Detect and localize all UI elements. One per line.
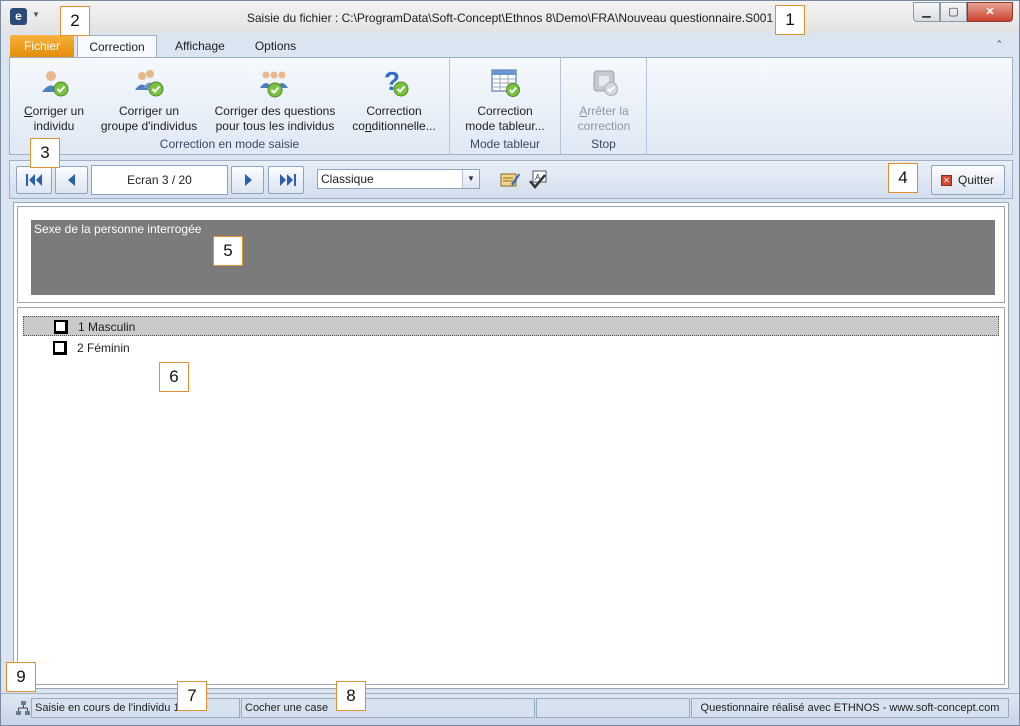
last-screen-button[interactable] <box>268 166 304 194</box>
single-person-check-icon <box>42 71 69 97</box>
corriger-individu-accel: C <box>23 104 33 118</box>
correction-conditionnelle-line2-pre: co <box>352 119 365 133</box>
tab-options[interactable]: Options <box>243 35 308 57</box>
callout-marker: 3 <box>30 138 60 168</box>
status-credit: Questionnaire réalisé avec ETHNOS - www.… <box>691 698 1009 718</box>
correction-conditionnelle-line2-rest: ditionnelle... <box>371 119 436 133</box>
arreter-correction-button[interactable]: Arrêter la correction <box>566 66 642 134</box>
collapse-ribbon-icon[interactable]: ⌃ <box>995 39 1003 50</box>
group-person-check-icon <box>135 70 164 97</box>
next-screen-button[interactable] <box>231 166 264 194</box>
corriger-questions-line2: pour tous les individus <box>215 119 335 133</box>
callout-marker: 1 <box>775 5 805 35</box>
maximize-button[interactable]: ▢ <box>940 2 967 22</box>
spreadsheet-check-icon <box>491 69 520 97</box>
question-mark-check-icon: ? <box>384 66 409 97</box>
callout-marker: 6 <box>159 362 189 392</box>
status-hint: Cocher une case <box>241 698 535 718</box>
correction-conditionnelle-accel: n <box>364 119 372 133</box>
next-arrow-icon <box>245 174 252 186</box>
tab-fichier[interactable]: Fichier <box>10 35 74 57</box>
answer-label: 1 Masculin <box>78 320 136 334</box>
answer-row-masculin[interactable]: 1 Masculin <box>23 316 999 336</box>
callout-marker: 8 <box>336 681 366 711</box>
window-title: Saisie du fichier : C:\ProgramData\Soft-… <box>246 11 774 25</box>
ribbon-tabs: Fichier Correction Affichage Options <box>10 35 308 57</box>
correction-conditionnelle-button[interactable]: ? Correction conditionnelle... <box>348 66 440 134</box>
question-text: Sexe de la personne interrogée <box>31 220 995 295</box>
stop-check-icon <box>593 70 618 96</box>
answer-label: 2 Féminin <box>77 341 130 355</box>
edit-sheet-icon[interactable] <box>499 169 521 191</box>
app-window: e ▼ Saisie du fichier : C:\ProgramData\S… <box>0 0 1020 726</box>
chevron-down-icon[interactable]: ▼ <box>462 170 479 188</box>
corriger-individu-line2: individu <box>33 119 75 133</box>
status-empty-panel <box>536 698 690 718</box>
check-config-icon[interactable]: A <box>527 169 549 191</box>
question-frame: Sexe de la personne interrogée <box>17 206 1005 303</box>
display-mode-select[interactable]: Classique ▼ <box>317 169 480 189</box>
screen-counter: Ecran 3 / 20 <box>91 165 228 195</box>
first-screen-button[interactable] <box>16 166 52 194</box>
quit-button[interactable]: ✕ Quitter <box>931 165 1005 195</box>
minimize-button[interactable]: ▁ <box>913 2 940 22</box>
ribbon-panel: Corriger un individu Corriger un groupe … <box>9 57 1013 155</box>
callout-marker: 4 <box>888 163 918 193</box>
correction-conditionnelle-line1: Correction <box>366 104 422 118</box>
group-label-stop: Stop <box>591 137 616 151</box>
skip-last-icon <box>280 174 296 186</box>
close-icon: ✕ <box>941 175 952 186</box>
status-bar: Saisie en cours de l'individu 1 Cocher u… <box>1 693 1019 725</box>
checkbox[interactable] <box>54 320 68 334</box>
close-window-button[interactable]: ✕ <box>967 2 1013 22</box>
previous-screen-button[interactable] <box>55 166 88 194</box>
corriger-questions-button[interactable]: Corriger des questions pour tous les ind… <box>210 66 340 134</box>
corriger-groupe-button[interactable]: Corriger un groupe d'individus <box>96 66 202 134</box>
group-mode-tableur: Correction mode tableur... Mode tableur <box>450 58 561 154</box>
navigation-toolbar: Ecran 3 / 20 Classique ▼ A ✕ Quitter <box>9 160 1013 199</box>
quit-button-label: Quitter <box>958 173 995 187</box>
correction-tableur-line2: mode tableur... <box>465 119 545 133</box>
corriger-questions-line1: Corriger des questions <box>214 104 336 118</box>
answer-row-feminin[interactable]: 2 Féminin <box>23 338 999 358</box>
group-label-mode-tableur: Mode tableur <box>469 137 541 151</box>
corriger-individu-button[interactable]: Corriger un individu <box>16 66 92 134</box>
display-mode-value: Classique <box>321 172 374 186</box>
tab-affichage[interactable]: Affichage <box>163 35 237 57</box>
corriger-individu-line1: orriger un <box>32 104 85 118</box>
previous-arrow-icon <box>68 174 75 186</box>
correction-tableur-line1: Correction <box>477 104 533 118</box>
callout-marker: 2 <box>60 6 90 36</box>
corriger-groupe-line1: Corriger un <box>118 104 180 118</box>
status-individual: Saisie en cours de l'individu 1 <box>31 698 240 718</box>
skip-first-icon <box>26 174 42 186</box>
title-bar[interactable]: e ▼ Saisie du fichier : C:\ProgramData\S… <box>1 1 1019 33</box>
group-correction-saisie: Corriger un individu Corriger un groupe … <box>10 58 450 154</box>
all-persons-check-icon <box>260 71 288 98</box>
tab-correction[interactable]: Correction <box>77 35 157 57</box>
callout-marker: 5 <box>213 236 243 266</box>
group-label-correction-saisie: Correction en mode saisie <box>159 137 300 151</box>
callout-marker: 9 <box>6 662 36 692</box>
group-stop: Arrêter la correction Stop <box>561 58 647 154</box>
corriger-groupe-line2: groupe d'individus <box>100 119 198 133</box>
questionnaire-content: Sexe de la personne interrogée 1 Masculi… <box>13 202 1009 689</box>
arreter-correction-line2: correction <box>577 119 631 133</box>
arreter-correction-line1: rrêter la <box>587 104 629 118</box>
correction-tableur-button[interactable]: Correction mode tableur... <box>456 66 554 134</box>
checkbox[interactable] <box>53 341 67 355</box>
network-icon <box>16 701 30 715</box>
callout-marker: 7 <box>177 681 207 711</box>
